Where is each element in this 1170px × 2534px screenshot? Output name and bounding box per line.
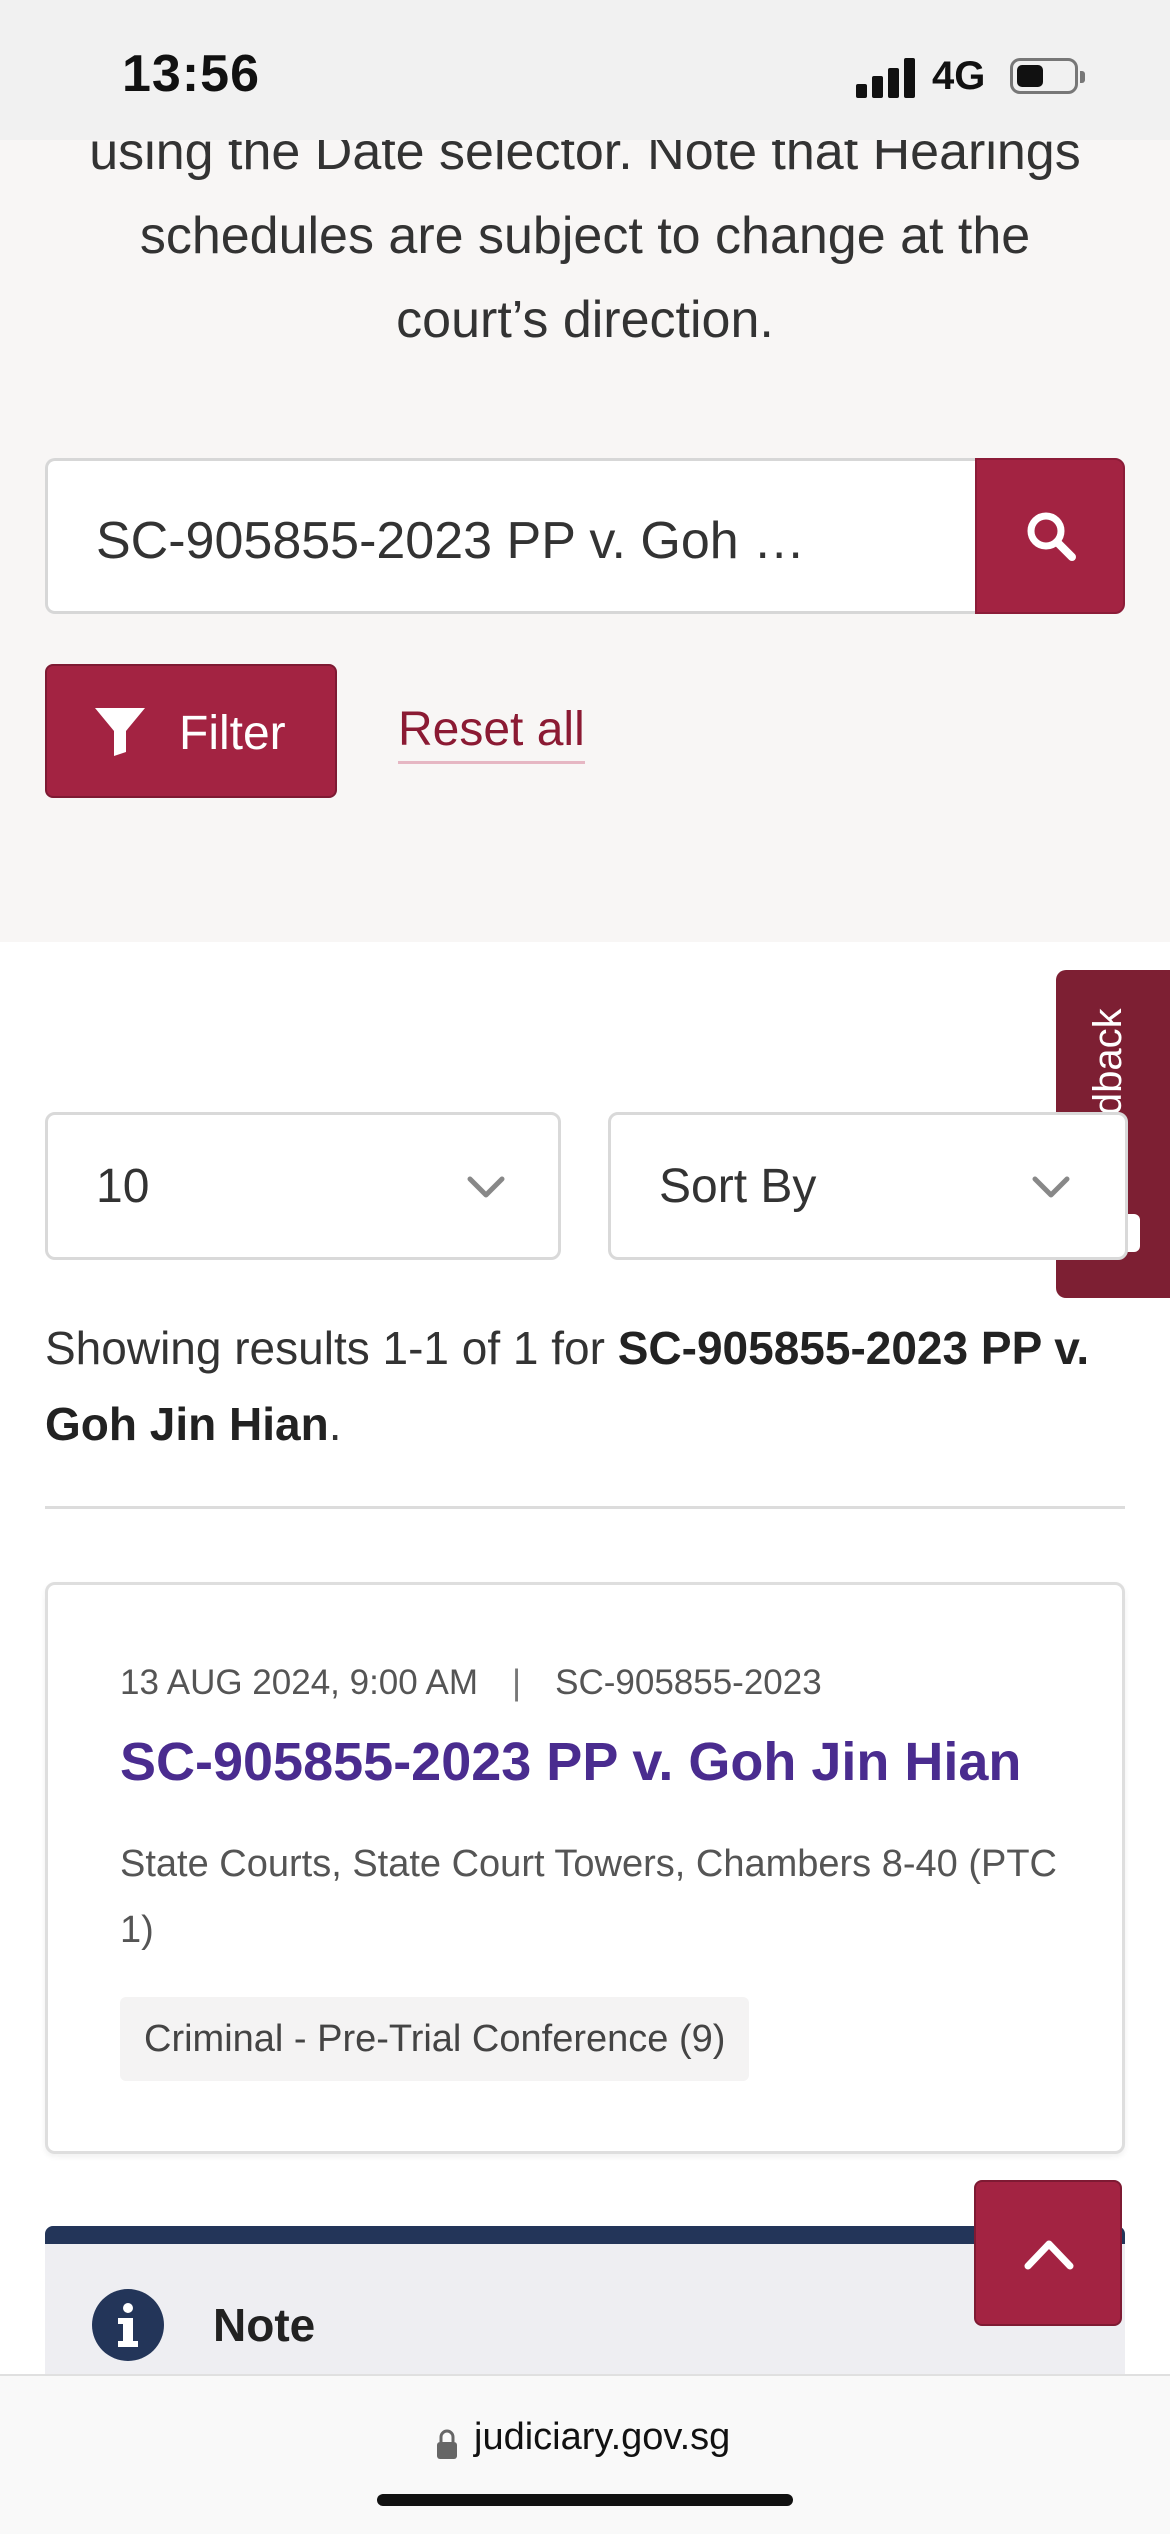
chevron-down-icon	[1032, 1176, 1070, 1198]
filter-button[interactable]: Filter	[45, 664, 337, 798]
chevron-up-icon	[1024, 2240, 1074, 2270]
page-size-select[interactable]: 10	[45, 1112, 561, 1260]
hearing-title-link[interactable]: SC-905855-2023 PP v. Goh Jin Hian	[120, 1731, 1021, 1793]
sort-by-select[interactable]: Sort By	[608, 1112, 1128, 1260]
signal-icon	[856, 58, 916, 98]
browser-domain: judiciary.gov.sg	[474, 2416, 731, 2458]
lock-icon	[437, 2429, 457, 2459]
info-icon	[92, 2289, 164, 2361]
hearing-case-number: SC-905855-2023	[555, 1663, 822, 1702]
hearing-location: State Courts, State Court Towers, Chambe…	[120, 1843, 1057, 1951]
note-title: Note	[213, 2299, 316, 2351]
status-time: 13:56	[122, 45, 260, 103]
sort-by-label: Sort By	[659, 1160, 817, 1213]
divider	[45, 1506, 1125, 1509]
back-to-top-button[interactable]	[974, 2180, 1122, 2326]
home-indicator	[377, 2494, 793, 2506]
hearing-datetime: 13 AUG 2024, 9:00 AM	[120, 1663, 479, 1702]
battery-icon	[1010, 58, 1085, 94]
search-icon	[1027, 512, 1076, 561]
results-summary: Showing results 1-1 of 1 for SC-905855-2…	[45, 1310, 1135, 1462]
search-panel: using the Date selector. Note that Heari…	[0, 0, 1170, 942]
search-button[interactable]	[975, 458, 1125, 614]
results-suffix: .	[328, 1398, 342, 1450]
chevron-down-icon	[467, 1176, 505, 1198]
search-input[interactable]: SC-905855-2023 PP v. Goh Jin Hian	[45, 458, 977, 614]
reset-all-link[interactable]: Reset all	[398, 702, 585, 764]
network-label: 4G	[932, 54, 986, 98]
browser-address-bar[interactable]: judiciary.gov.sg	[0, 2374, 1170, 2534]
intro-text: using the Date selector. Note that Heari…	[89, 123, 1081, 349]
hearing-meta: 13 AUG 2024, 9:00 AM | SC-905855-2023	[120, 1663, 822, 1703]
results-prefix: Showing results 1-1 of 1 for	[45, 1322, 618, 1374]
status-bar: 13:56 4G	[0, 0, 1170, 140]
hearing-card: 13 AUG 2024, 9:00 AM | SC-905855-2023 SC-9…	[45, 1582, 1125, 2154]
meta-separator: |	[512, 1663, 522, 1702]
hearing-type-tag: Criminal - Pre-Trial Conference (9)	[120, 1997, 750, 2081]
filter-label: Filter	[179, 707, 286, 760]
filter-icon	[95, 708, 145, 756]
search-input-value: SC-905855-2023 PP v. Goh Jin Hian	[96, 512, 826, 570]
page-size-value: 10	[96, 1160, 150, 1213]
